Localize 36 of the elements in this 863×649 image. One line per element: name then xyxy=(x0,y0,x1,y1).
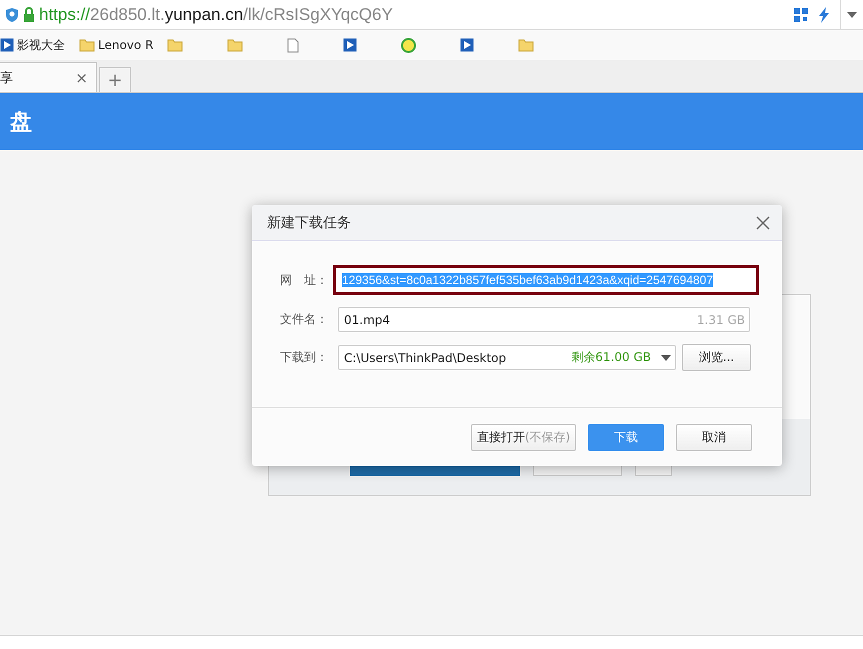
dialog-title: 新建下载任务 xyxy=(267,214,351,232)
new-tab-button[interactable]: + xyxy=(99,67,131,92)
url-value: 129356&st=8c0a1322b857fef535bef63ab9d1423a&xqid=2547694807 xyxy=(342,273,714,287)
lock-icon xyxy=(23,6,35,22)
save-path-dropdown[interactable]: C:\Users\ThinkPad\Desktop 剩余61.00 GB xyxy=(338,345,676,370)
browser-tab[interactable]: 享 × xyxy=(0,62,97,92)
folder-icon xyxy=(227,38,244,52)
page-icon xyxy=(287,38,300,52)
url-text[interactable]: https://26d850.lt.yunpan.cn/lk/cRsISgXYqcQ6Y xyxy=(39,4,790,24)
close-icon[interactable] xyxy=(756,216,770,230)
film-icon xyxy=(460,38,474,52)
field-label: 网 址： xyxy=(280,272,329,288)
caret-icon xyxy=(847,12,857,18)
close-icon[interactable]: × xyxy=(75,68,88,86)
film-icon xyxy=(343,38,358,52)
site-title: 盘 xyxy=(10,108,32,136)
shield-icon xyxy=(5,6,19,22)
filename-field[interactable]: 01.mp4 1.31 GB xyxy=(338,307,750,332)
folder-icon xyxy=(518,38,534,52)
dialog-button[interactable]: 取消 xyxy=(676,424,752,450)
qr-code-icon[interactable] xyxy=(794,8,808,22)
folder-icon xyxy=(79,38,95,52)
free-space: 剩余61.00 GB xyxy=(571,349,651,366)
field-label: 文件名： xyxy=(280,311,329,328)
bookmark-link[interactable]: 影视大全 xyxy=(17,36,65,54)
save-path: C:\Users\ThinkPad\Desktop xyxy=(344,350,506,364)
bookmark-link[interactable]: Lenovo R xyxy=(98,38,154,52)
dialog-button[interactable]: 直接打开(不保存) xyxy=(471,424,576,450)
file-size: 1.31 GB xyxy=(696,312,745,326)
field-label: 下载到： xyxy=(280,349,329,366)
globe-icon xyxy=(401,38,416,52)
filename-value: 01.mp4 xyxy=(344,312,390,326)
lightning-icon[interactable] xyxy=(818,6,830,22)
caret-icon xyxy=(661,354,671,360)
browse-button[interactable]: 浏览... xyxy=(682,344,751,371)
folder-icon xyxy=(167,38,184,52)
